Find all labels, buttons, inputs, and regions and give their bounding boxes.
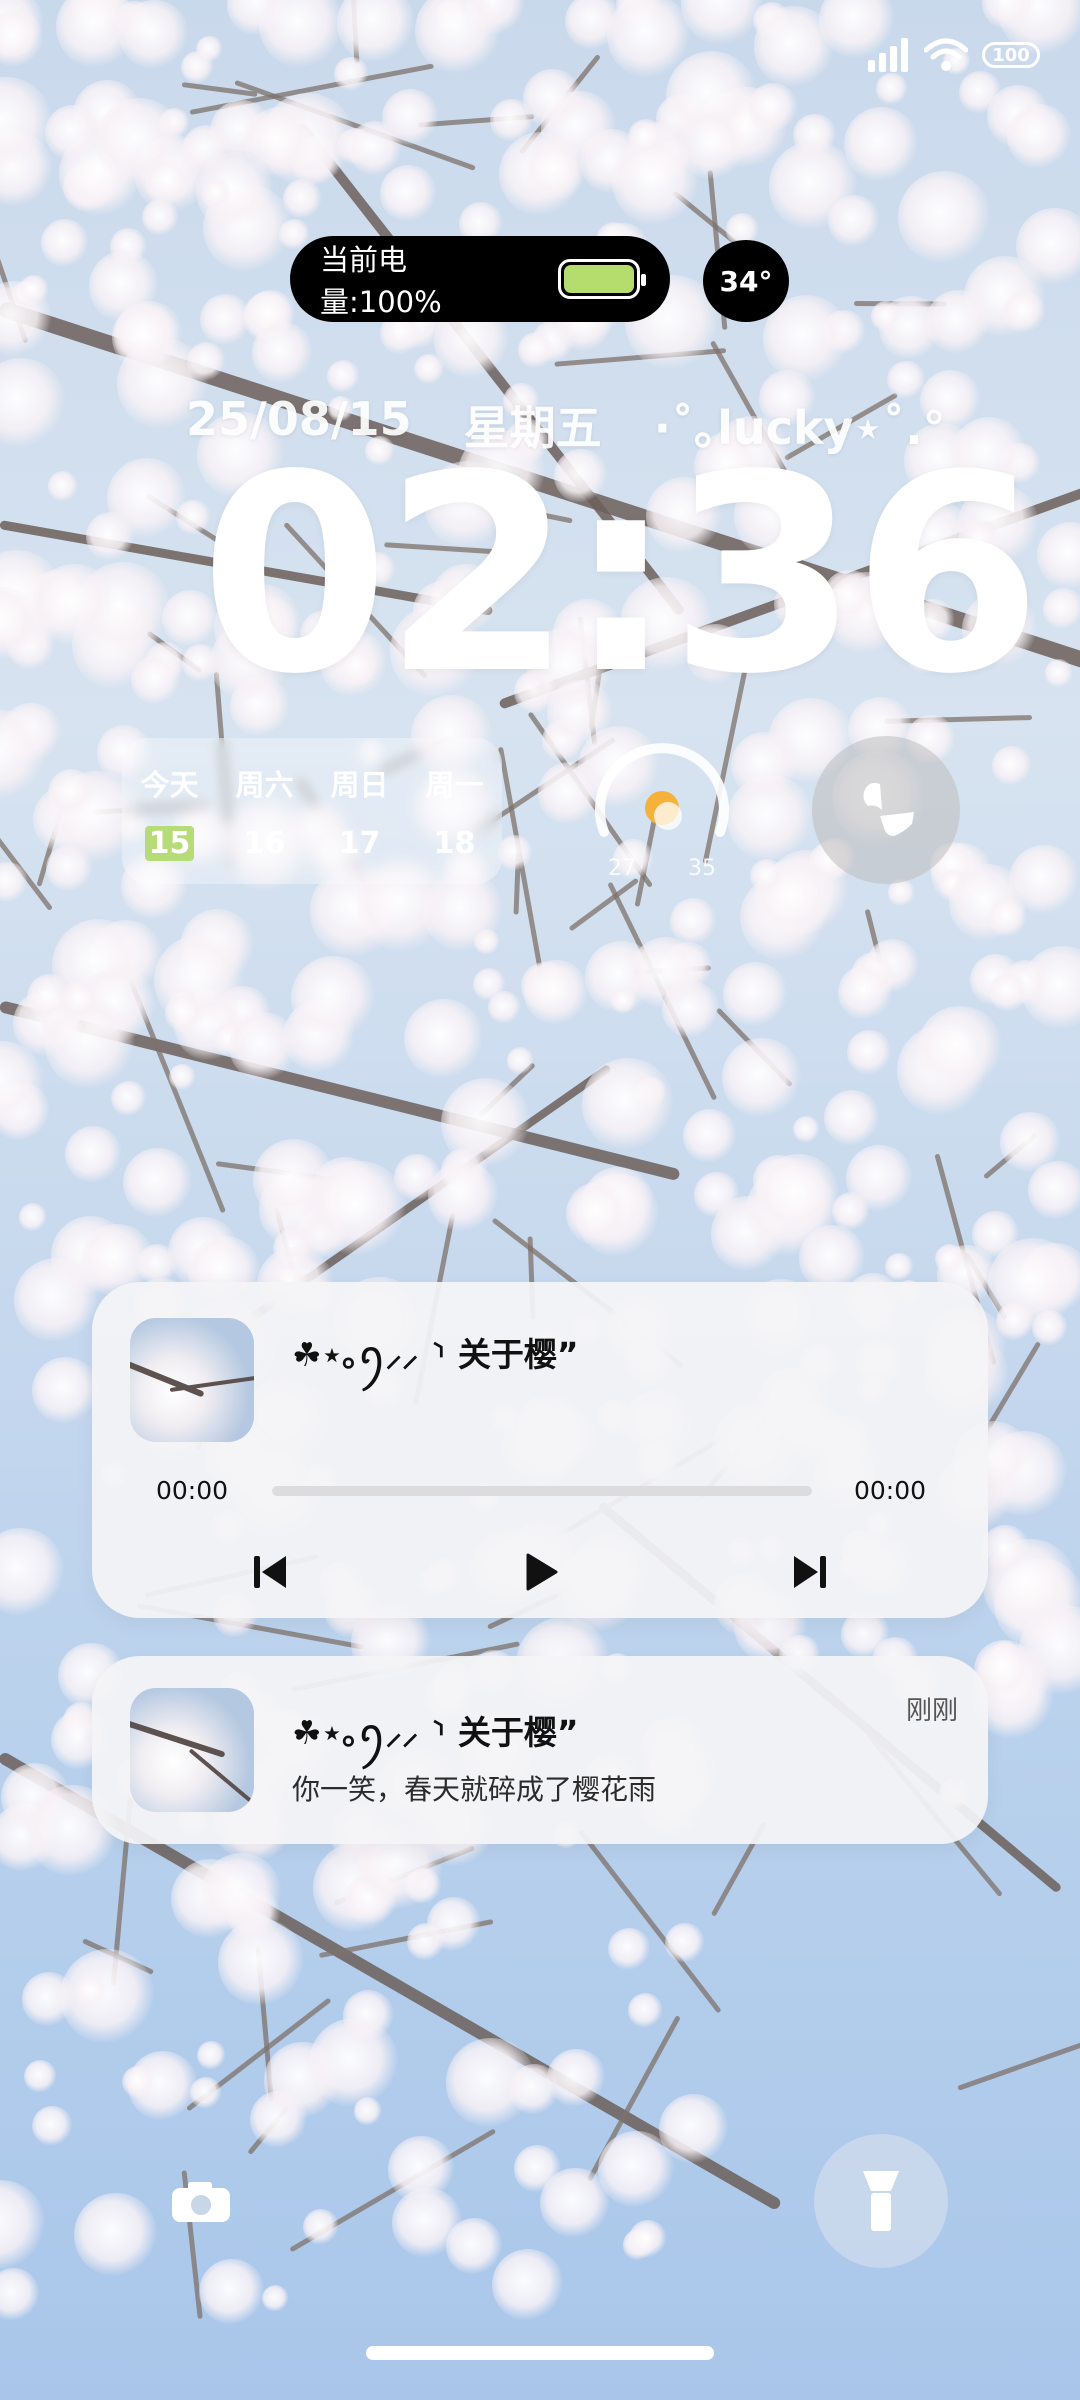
music-shortcut-button[interactable]	[812, 736, 960, 884]
music-player-card[interactable]: ☘︎⋆｡ꪆ⸝⸝ ⸃ 关于樱” 00:00 00:00	[92, 1282, 988, 1618]
battery-indicator: 100	[982, 42, 1040, 68]
next-button[interactable]	[780, 1542, 840, 1602]
total-time: 00:00	[854, 1476, 927, 1505]
notification-thumbnail	[130, 1688, 254, 1812]
calendar-day: 18	[433, 825, 476, 861]
calendar-header: 今天	[140, 767, 199, 802]
sun-icon	[645, 791, 682, 830]
weather-gauge	[595, 743, 729, 837]
calendar-day: 17	[338, 825, 381, 861]
calendar-widget[interactable]: 今天 周六 周日 周一 15 16 17 18	[122, 738, 502, 884]
notification-time: 刚刚	[905, 1696, 958, 1726]
wallpaper	[0, 0, 1080, 2400]
calendar-day-today: 15	[122, 825, 217, 861]
calendar-day: 16	[243, 825, 286, 861]
status-bar: 100	[866, 38, 1040, 72]
camera-icon[interactable]	[170, 2180, 232, 2224]
weather-widget[interactable]: 27 35	[582, 732, 742, 882]
temperature-bubble[interactable]: 34°	[703, 240, 789, 322]
dynamic-island-battery[interactable]: 当前电量:100%	[290, 236, 670, 322]
battery-icon	[557, 259, 647, 299]
music-note-icon	[863, 783, 914, 836]
flashlight-button[interactable]	[814, 2134, 948, 2268]
song-title: ☘︎⋆｡ꪆ⸝⸝ ⸃ 关于樱”	[292, 1335, 579, 1374]
play-icon	[526, 1553, 558, 1591]
flashlight-icon	[863, 2171, 899, 2231]
skip-back-icon	[254, 1556, 286, 1588]
skip-forward-icon	[794, 1556, 826, 1588]
wifi-icon	[924, 38, 968, 71]
progress-track[interactable]	[272, 1486, 812, 1496]
battery-status-label: 当前电量:100%	[320, 243, 442, 319]
notification-message: 你一笑，春天就碎成了樱花雨	[292, 1773, 657, 1806]
temp-low: 27	[608, 856, 636, 881]
album-art	[130, 1318, 254, 1442]
notification-card[interactable]: ☘︎⋆｡ꪆ⸝⸝ ⸃ 关于樱” 你一笑，春天就碎成了樱花雨 刚刚	[92, 1656, 988, 1844]
current-time: 00:00	[156, 1476, 229, 1505]
home-indicator[interactable]	[366, 2346, 714, 2360]
previous-button[interactable]	[240, 1542, 300, 1602]
calendar-header: 周六	[235, 767, 294, 802]
signal-icon	[868, 38, 908, 72]
calendar-header: 周一	[425, 767, 484, 802]
notification-title: ☘︎⋆｡ꪆ⸝⸝ ⸃ 关于樱”	[292, 1713, 579, 1752]
play-button[interactable]	[510, 1542, 570, 1602]
temp-high: 35	[688, 856, 716, 881]
calendar-header: 周日	[330, 767, 389, 802]
lock-clock: 02:36	[200, 418, 1042, 734]
